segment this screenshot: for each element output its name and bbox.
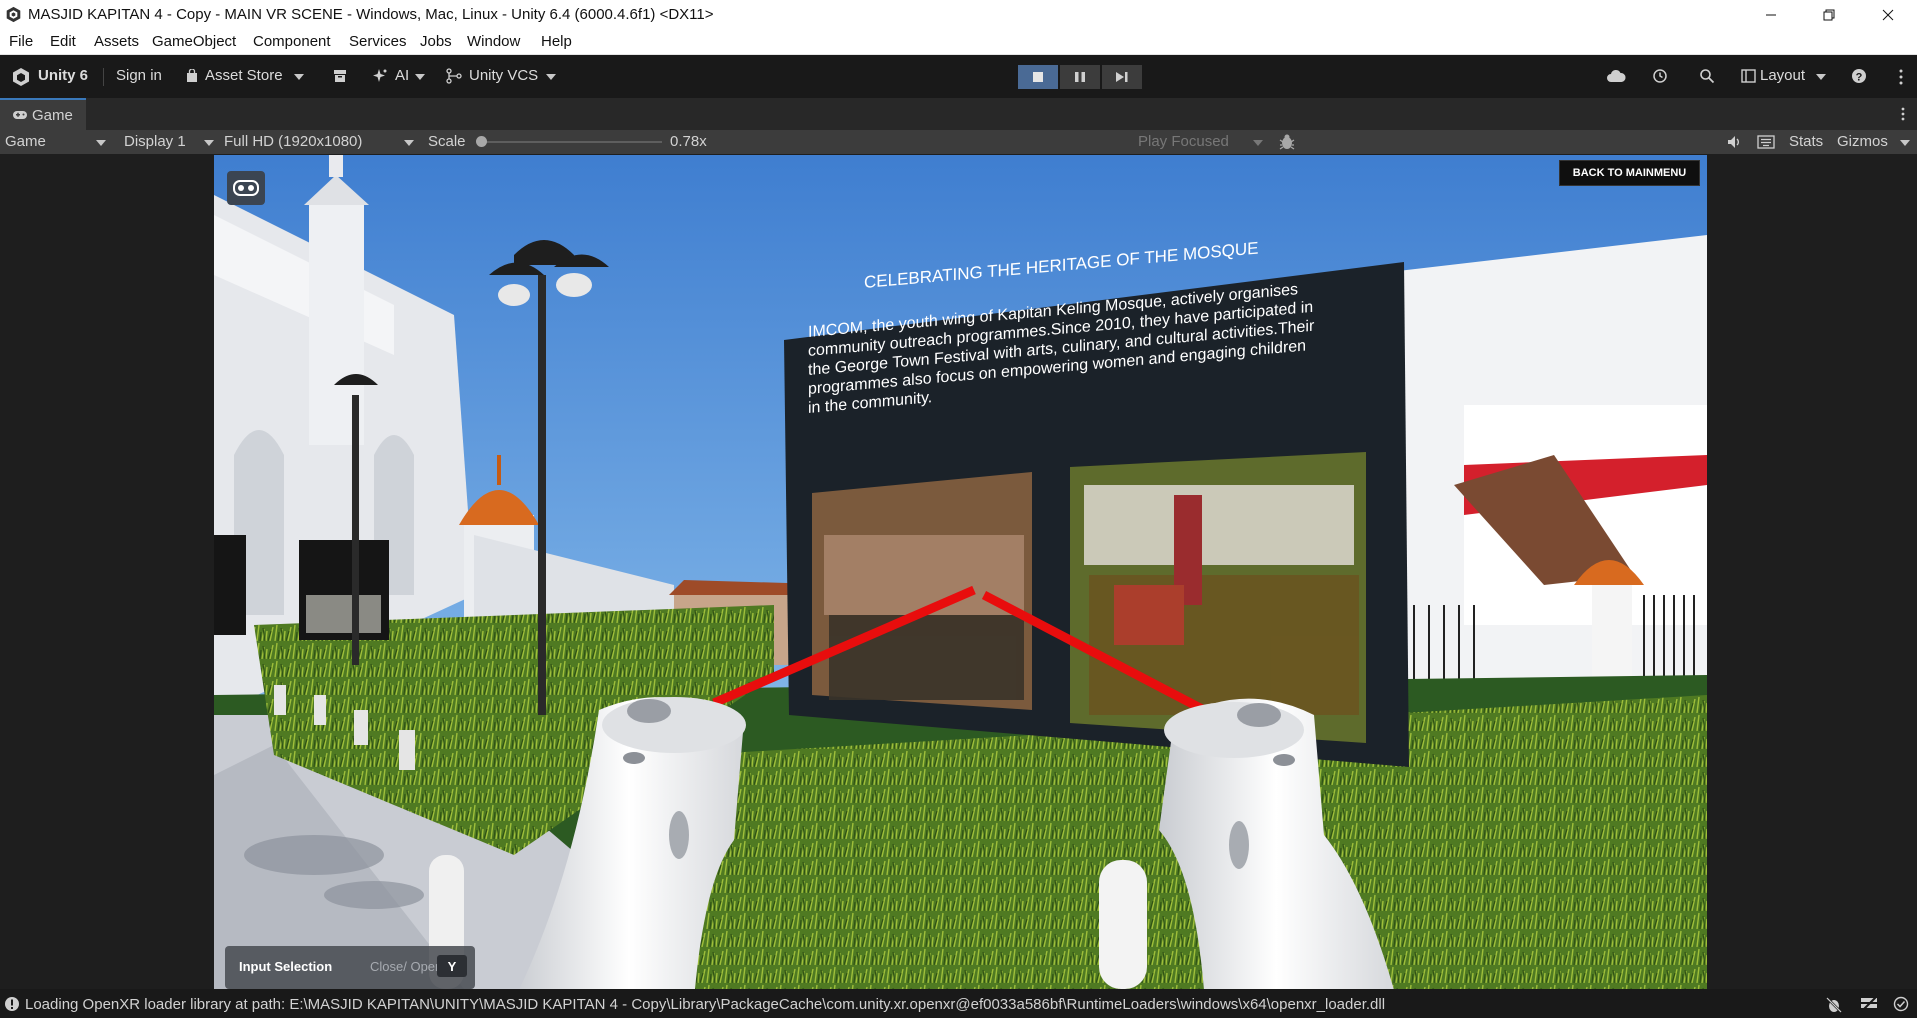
step-button[interactable]	[1102, 65, 1142, 89]
close-icon	[1882, 9, 1894, 21]
audio-mute-icon[interactable]	[1726, 134, 1742, 150]
tab-game-label: Game	[32, 107, 73, 124]
minimize-icon	[1766, 14, 1776, 16]
bug-icon[interactable]	[1278, 133, 1296, 151]
input-selection-hint: Close/ Open	[370, 959, 443, 974]
unity-logo-icon	[6, 6, 21, 23]
ai-caret-icon	[415, 74, 425, 80]
display-caret-icon	[204, 140, 214, 146]
scale-value: 0.78x	[670, 133, 707, 150]
menu-gameobject[interactable]: GameObject	[152, 33, 236, 50]
progress-check-icon[interactable]	[1893, 996, 1909, 1012]
status-message[interactable]: Loading OpenXR loader library at path: E…	[25, 996, 1385, 1013]
vr-scene-viewport[interactable]: BACK TO MAINMENU CELEBRATING THE HERITAG…	[214, 155, 1707, 989]
help-icon[interactable]: ?	[1851, 68, 1867, 84]
window-title: MASJID KAPITAN 4 - Copy - MAIN VR SCENE …	[28, 6, 714, 23]
more-options-icon[interactable]	[1899, 69, 1903, 85]
debug-disabled-icon[interactable]	[1825, 996, 1843, 1014]
info-icon	[5, 997, 19, 1011]
menu-assets[interactable]: Assets	[94, 33, 139, 50]
view-mode-caret-icon	[96, 140, 106, 146]
gizmos-caret-icon	[1900, 140, 1910, 146]
unity-version-button[interactable]: Unity 6	[38, 67, 88, 84]
window-title-bar: MASJID KAPITAN 4 - Copy - MAIN VR SCENE …	[0, 0, 1917, 30]
game-view-toolbar: Game Display 1 Full HD (1920x1080) Scale…	[0, 130, 1917, 154]
asset-store-button[interactable]: Asset Store	[205, 67, 283, 84]
menu-bar: File Edit Assets GameObject Component Se…	[0, 30, 1917, 55]
stop-icon	[1033, 72, 1043, 82]
ai-sparkle-icon	[373, 69, 387, 82]
layout-caret-icon	[1816, 74, 1826, 80]
stop-play-button[interactable]	[1018, 65, 1058, 89]
input-selection-label: Input Selection	[239, 959, 333, 974]
history-icon[interactable]	[1652, 68, 1668, 84]
menu-file[interactable]: File	[9, 33, 33, 50]
unity-vcs-button[interactable]: Unity VCS	[469, 67, 538, 84]
version-control-icon	[446, 68, 462, 84]
status-bar: Loading OpenXR loader library at path: E…	[0, 990, 1917, 1018]
cache-server-icon[interactable]	[1860, 996, 1878, 1012]
resolution-caret-icon	[404, 140, 414, 146]
input-selection-panel: Input Selection Close/ Open Y	[225, 946, 475, 989]
pause-icon	[1075, 72, 1085, 82]
menu-jobs[interactable]: Jobs	[420, 33, 452, 50]
vcs-caret-icon	[546, 74, 556, 80]
tab-game[interactable]: Game	[0, 98, 86, 130]
menu-window[interactable]: Window	[467, 33, 520, 50]
view-mode-dropdown[interactable]: Game	[5, 133, 46, 150]
close-window-button[interactable]	[1865, 0, 1911, 30]
resolution-dropdown[interactable]: Full HD (1920x1080)	[224, 133, 362, 150]
display-dropdown[interactable]: Display 1	[124, 133, 186, 150]
sign-in-button[interactable]: Sign in	[116, 67, 162, 84]
step-icon	[1116, 72, 1128, 82]
play-focused-dropdown[interactable]: Play Focused	[1138, 133, 1229, 150]
stats-button[interactable]: Stats	[1789, 133, 1823, 150]
search-icon[interactable]	[1699, 68, 1715, 84]
layout-icon	[1741, 69, 1756, 83]
back-to-main-menu-button[interactable]: BACK TO MAINMENU	[1559, 160, 1700, 186]
layout-dropdown[interactable]: Layout	[1760, 67, 1805, 84]
gamepad-icon	[13, 111, 27, 119]
toolbar-divider	[103, 68, 104, 86]
unity-cube-icon	[13, 68, 29, 86]
ai-button[interactable]: AI	[395, 67, 409, 84]
restore-button[interactable]	[1806, 0, 1852, 30]
menu-help[interactable]: Help	[541, 33, 572, 50]
menu-services[interactable]: Services	[349, 33, 407, 50]
vr-mode-button[interactable]	[227, 171, 265, 205]
scale-slider-thumb[interactable]	[476, 136, 487, 147]
scale-slider-track[interactable]	[480, 141, 662, 143]
package-archive-icon[interactable]	[333, 69, 347, 83]
keyboard-shortcuts-icon[interactable]	[1757, 135, 1775, 149]
input-selection-key-badge[interactable]: Y	[437, 955, 467, 977]
shopping-bag-icon	[187, 69, 197, 82]
svg-text:?: ?	[1856, 72, 1863, 84]
scale-label: Scale	[428, 133, 466, 150]
pause-button[interactable]	[1060, 65, 1100, 89]
gizmos-button[interactable]: Gizmos	[1837, 133, 1888, 150]
game-tab-bar: Game	[0, 98, 1917, 130]
vr-headset-icon	[233, 180, 259, 196]
menu-edit[interactable]: Edit	[50, 33, 76, 50]
minimize-button[interactable]	[1748, 0, 1794, 30]
play-focused-caret-icon	[1253, 140, 1263, 146]
restore-icon	[1823, 9, 1835, 21]
main-toolbar: Unity 6 Sign in Asset Store AI Unity VCS…	[0, 55, 1917, 98]
tab-menu-icon[interactable]	[1901, 107, 1905, 121]
asset-store-caret-icon	[294, 74, 304, 80]
menu-component[interactable]: Component	[253, 33, 331, 50]
cloud-icon[interactable]	[1606, 69, 1626, 83]
